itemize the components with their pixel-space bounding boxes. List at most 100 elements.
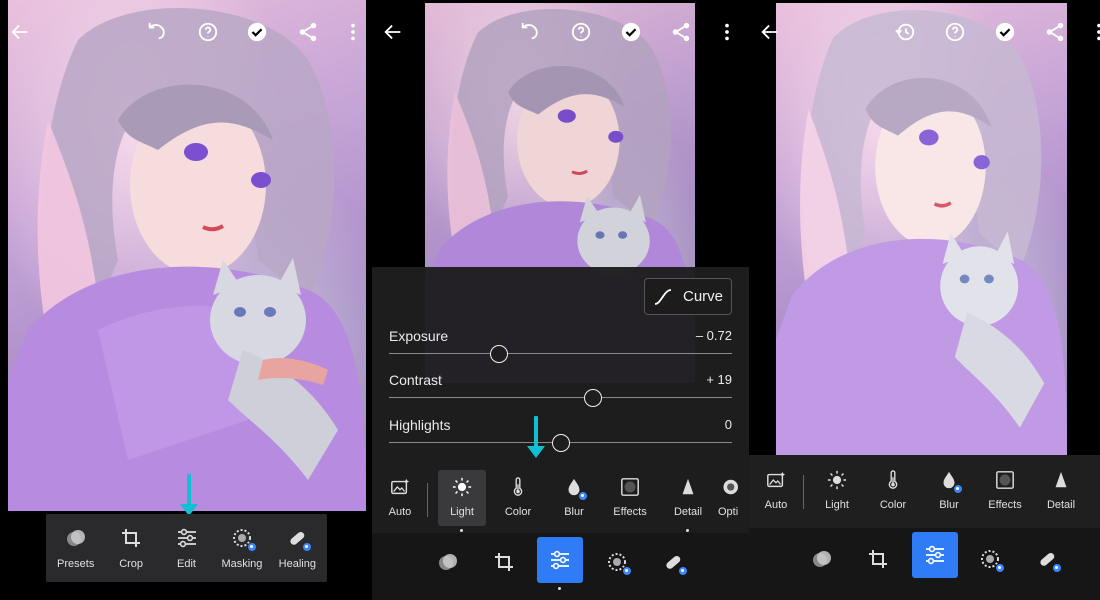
more-options-icon[interactable] [1087,20,1100,44]
healing-button[interactable] [650,539,696,585]
slider-track[interactable] [389,397,732,398]
masking-icon [606,551,632,576]
masking-button[interactable] [594,539,640,585]
blur-drop-icon [939,469,963,494]
share-icon[interactable] [1043,20,1067,44]
tab-detail-label: Detail [673,506,703,518]
photo-canvas[interactable] [776,3,1067,455]
crop-button[interactable] [481,539,527,585]
share-icon[interactable] [296,20,320,44]
share-icon[interactable] [669,20,693,44]
premium-badge-icon [578,491,588,501]
healing-icon [1036,548,1062,573]
tab-divider [803,475,804,509]
tab-auto-label: Auto [388,506,412,518]
tutorial-arrow [180,474,198,518]
presets-button[interactable] [425,539,471,585]
back-arrow-icon[interactable] [758,20,782,44]
tab-blur[interactable]: Blur [550,470,598,526]
healing-label: Healing [278,557,316,570]
presets-button[interactable]: Presets [48,527,103,570]
undo-icon[interactable] [145,20,169,44]
tab-light[interactable]: Light [438,470,486,526]
masking-button[interactable]: Masking [214,527,269,570]
presets-icon [437,551,459,573]
highlights-label: Highlights [389,417,451,433]
masking-button[interactable] [967,536,1013,582]
anime-girl-with-cat-image [8,7,366,511]
tab-effects[interactable]: Effects [606,470,654,526]
detail-triangle-icon [678,476,698,498]
tab-auto-label: Auto [764,499,788,511]
tab-color[interactable]: Color [869,463,917,519]
tab-optics-label: Opti [718,506,739,518]
help-icon[interactable] [569,20,593,44]
help-icon[interactable] [943,20,967,44]
tab-blur-label: Blur [939,499,959,511]
help-icon[interactable] [196,20,220,44]
tab-effects-label: Effects [613,506,647,518]
tab-auto[interactable]: Auto [752,463,800,519]
sun-icon [452,476,472,498]
tab-color[interactable]: Color [494,470,542,526]
healing-button[interactable]: Healing [270,527,325,570]
undo-icon[interactable] [518,20,542,44]
premium-badge-icon [622,566,632,576]
crop-icon [120,527,142,549]
tab-light[interactable]: Light [813,463,861,519]
optics-lens-icon [718,476,738,498]
tab-auto[interactable]: Auto [376,470,424,526]
tab-detail[interactable]: Detail [664,470,712,526]
more-options-icon[interactable] [341,20,365,44]
tab-effects-label: Effects [988,499,1022,511]
slider-knob[interactable] [551,434,570,452]
masking-label: Masking [221,557,263,570]
tab-detail[interactable]: Detail [1037,463,1085,519]
tab-color-label: Color [504,506,532,518]
crop-button[interactable] [855,536,901,582]
premium-badge-icon [246,541,257,552]
edit-button[interactable]: Edit [159,527,214,570]
auto-photo-icon [390,476,410,498]
premium-badge-icon [953,484,963,494]
check-done-icon[interactable] [619,20,643,44]
crop-label: Crop [119,557,144,570]
more-options-icon[interactable] [715,20,739,44]
crop-button[interactable]: Crop [103,527,158,570]
photo-canvas[interactable] [8,0,366,511]
history-icon[interactable] [893,20,917,44]
back-arrow-icon[interactable] [381,20,405,44]
presets-label: Presets [57,557,95,570]
slider-track[interactable] [389,353,732,354]
presets-button[interactable] [799,536,845,582]
editor-view-main: Presets Crop Edit Masking Healing [0,0,372,600]
healing-icon [286,527,313,552]
curve-label: Curve [682,288,723,305]
healing-icon [662,551,688,576]
healing-button[interactable] [1024,536,1070,582]
premium-badge-icon [995,563,1005,573]
active-tool-indicator [558,587,561,590]
tab-blur[interactable]: Blur [925,463,973,519]
premium-badge-icon [302,541,313,552]
edit-button[interactable] [912,532,958,578]
tab-effects[interactable]: Effects [981,463,1029,519]
highlights-value: 0 [724,417,732,432]
tutorial-arrow [527,416,545,460]
tab-optics[interactable]: Opti [718,470,749,526]
auto-photo-icon [766,469,786,491]
back-arrow-icon[interactable] [8,20,32,44]
edit-button[interactable] [537,537,583,583]
curve-button[interactable]: Curve [644,278,732,315]
detail-triangle-icon [1051,469,1071,491]
slider-knob[interactable] [489,345,508,363]
category-tabs: Auto Light Color Blur Effects Detail [749,455,1100,528]
check-done-icon[interactable] [993,20,1017,44]
presets-icon [811,548,833,570]
exposure-label: Exposure [389,328,449,344]
tab-light-label: Light [825,499,849,511]
sliders-icon [549,549,571,571]
check-done-icon[interactable] [245,20,269,44]
thermometer-icon [508,476,528,498]
slider-knob[interactable] [584,389,603,407]
